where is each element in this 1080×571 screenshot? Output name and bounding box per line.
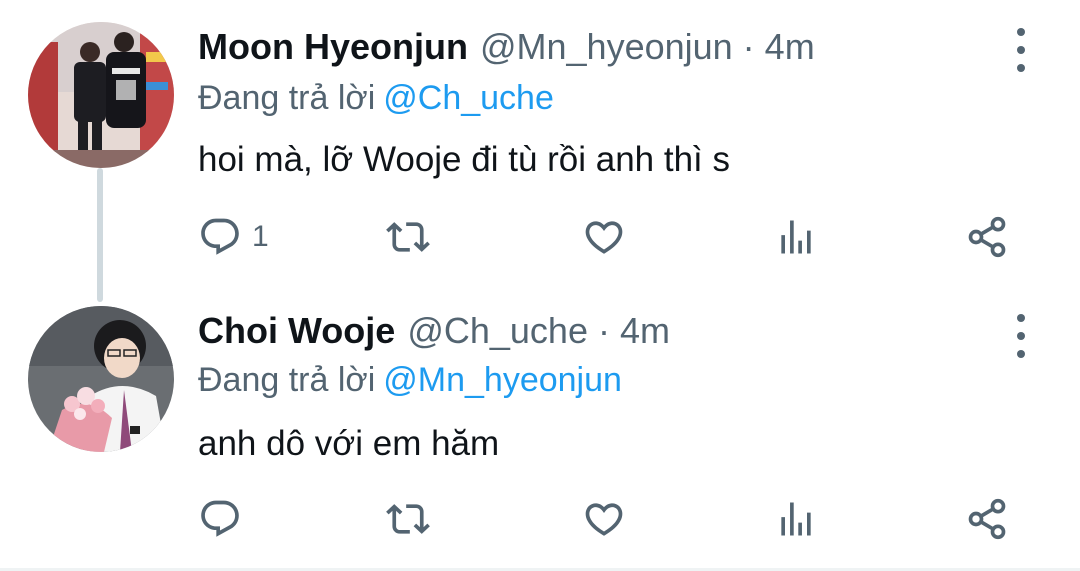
tweet-text: anh dô với em hăm <box>198 424 500 463</box>
avatar[interactable] <box>28 22 174 168</box>
avatar-photo <box>28 22 174 168</box>
share-button[interactable] <box>965 212 1009 262</box>
tweet-text: hoi mà, lỡ Wooje đi tù rồi anh thì s <box>198 140 731 179</box>
tweet-thread: Moon Hyeonjun @Mn_hyeonjun · 4m Đang trả… <box>0 0 1080 571</box>
username[interactable]: @Ch_uche <box>407 306 588 356</box>
replying-to: Đang trả lời @Mn_hyeonjun <box>198 356 622 404</box>
avatar-photo <box>28 306 174 452</box>
reply-button[interactable]: 1 <box>198 212 269 262</box>
share-icon <box>968 216 1006 258</box>
reply-icon <box>201 218 239 255</box>
retweet-icon <box>386 504 430 534</box>
replying-to: Đang trả lời @Ch_uche <box>198 74 554 122</box>
retweet-button[interactable] <box>386 212 430 262</box>
replying-to-label: Đang trả lời <box>198 361 376 399</box>
like-button[interactable] <box>582 212 626 262</box>
more-vertical-icon[interactable] <box>1008 314 1034 358</box>
like-button[interactable] <box>582 494 626 544</box>
replying-to-label: Đang trả lời <box>198 79 376 117</box>
stats-icon <box>781 502 811 536</box>
username[interactable]: @Mn_hyeonjun <box>480 22 733 72</box>
stats-button[interactable] <box>774 494 818 544</box>
separator-dot: · <box>742 26 755 67</box>
reply-count: 1 <box>252 220 269 253</box>
stats-icon <box>781 220 811 254</box>
share-icon <box>968 498 1006 540</box>
display-name[interactable]: Moon Hyeonjun <box>198 22 468 72</box>
separator-dot: · <box>597 310 610 351</box>
retweet-icon <box>386 222 430 252</box>
heart-icon <box>585 503 623 536</box>
avatar[interactable] <box>28 306 174 452</box>
reply-icon <box>201 500 239 537</box>
tweet-header: Moon Hyeonjun @Mn_hyeonjun · 4m <box>198 22 815 72</box>
tweet-actions: 1 <box>0 212 1080 262</box>
mention-link[interactable]: @Ch_uche <box>383 79 554 117</box>
mention-link[interactable]: @Mn_hyeonjun <box>383 361 622 399</box>
share-button[interactable] <box>965 494 1009 544</box>
timestamp[interactable]: 4m <box>620 306 670 356</box>
tweet[interactable]: Moon Hyeonjun @Mn_hyeonjun · 4m Đang trả… <box>0 0 1080 302</box>
timestamp[interactable]: 4m <box>765 22 815 72</box>
more-vertical-icon[interactable] <box>1008 28 1034 72</box>
retweet-button[interactable] <box>386 494 430 544</box>
tweet-header: Choi Wooje @Ch_uche · 4m <box>198 306 670 356</box>
tweet-actions <box>0 494 1080 544</box>
heart-icon <box>585 221 623 254</box>
reply-button[interactable] <box>198 494 252 544</box>
tweet[interactable]: Choi Wooje @Ch_uche · 4m Đang trả lời @Mn… <box>0 290 1080 571</box>
display-name[interactable]: Choi Wooje <box>198 306 395 356</box>
stats-button[interactable] <box>774 212 818 262</box>
